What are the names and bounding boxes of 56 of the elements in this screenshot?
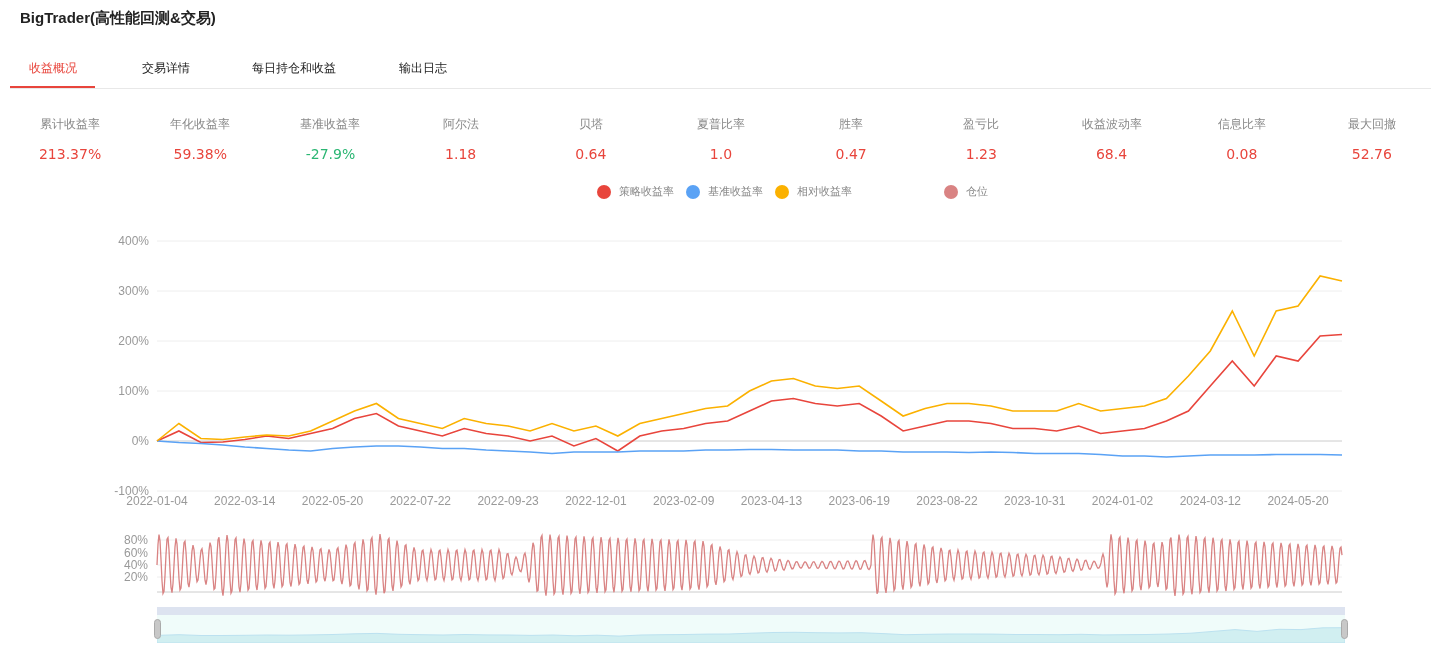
metric-value: 0.08 xyxy=(1226,145,1258,164)
y-axis-label: 0% xyxy=(131,434,149,448)
x-axis-label: 2022-05-20 xyxy=(301,494,364,508)
legend-label[interactable]: 策略收益率 xyxy=(619,184,674,201)
x-axis-label: 2023-10-31 xyxy=(1004,494,1066,508)
y-axis-label: 100% xyxy=(118,384,149,398)
tab[interactable]: 每日持仓和收益 xyxy=(236,50,352,88)
metric-label: 信息比率 xyxy=(1217,116,1266,133)
x-axis-label: 2022-09-23 xyxy=(477,494,539,508)
metric-label: 最大回撤 xyxy=(1347,116,1396,133)
page-title: BigTrader(高性能回测&交易) xyxy=(20,8,216,28)
x-axis-label: 2023-04-13 xyxy=(740,494,803,508)
x-axis-label: 2022-12-01 xyxy=(565,494,627,508)
zoom-window[interactable] xyxy=(157,607,1345,643)
tab[interactable]: 输出日志 xyxy=(380,50,465,88)
metric-value: 59.38% xyxy=(173,145,227,164)
legend-label[interactable]: 基准收益率 xyxy=(708,184,763,201)
x-axis-label: 2024-03-12 xyxy=(1179,494,1242,508)
metric-label: 贝塔 xyxy=(578,116,603,133)
legend-label[interactable]: 相对收益率 xyxy=(797,184,852,201)
x-axis-label: 2024-01-02 xyxy=(1091,494,1154,508)
tab[interactable]: 交易详情 xyxy=(123,50,208,88)
metric-value: 0.47 xyxy=(835,145,867,164)
metric-value: 0.64 xyxy=(575,145,607,164)
metric-label: 夏普比率 xyxy=(697,116,745,133)
y-axis-label: 40% xyxy=(123,558,148,572)
y-axis-label: 400% xyxy=(118,234,149,248)
y-axis-label: 80% xyxy=(123,533,148,547)
metric-label: 胜率 xyxy=(839,116,864,133)
slider-handle[interactable] xyxy=(1341,619,1348,639)
metric-value: 213.37% xyxy=(38,145,102,164)
x-axis-label: 2022-07-22 xyxy=(389,494,452,508)
tab[interactable]: 收益概况 xyxy=(10,50,95,88)
x-axis-label: 2024-05-20 xyxy=(1267,494,1329,508)
y-axis-label: 20% xyxy=(123,570,148,584)
legend-label[interactable]: 仓位 xyxy=(966,184,988,201)
x-axis-label: 2023-08-22 xyxy=(916,494,978,508)
metric-value: 1.0 xyxy=(709,145,733,164)
metric-value: 1.18 xyxy=(445,145,477,164)
y-axis-label: 300% xyxy=(118,284,149,298)
metric-label: 阿尔法 xyxy=(442,116,479,133)
y-axis-label: 200% xyxy=(118,334,149,348)
metric-label: 盈亏比 xyxy=(963,116,1000,133)
metric-value: 52.76 xyxy=(1351,145,1392,164)
metric-label: 累计收益率 xyxy=(40,116,101,133)
metric-value: 68.4 xyxy=(1095,145,1128,164)
x-axis-label: 2022-03-14 xyxy=(214,494,276,508)
metric-value: -27.9% xyxy=(305,145,356,164)
metric-label: 收益波动率 xyxy=(1081,116,1142,133)
y-axis-label: 60% xyxy=(123,546,148,560)
x-axis-label: 2023-02-09 xyxy=(652,494,715,508)
metric-label: 基准收益率 xyxy=(300,116,361,133)
metric-value: 1.23 xyxy=(965,145,997,164)
x-axis-label: 2023-06-19 xyxy=(828,494,890,508)
metric-label: 年化收益率 xyxy=(170,116,231,133)
slider-handle[interactable] xyxy=(154,619,161,639)
